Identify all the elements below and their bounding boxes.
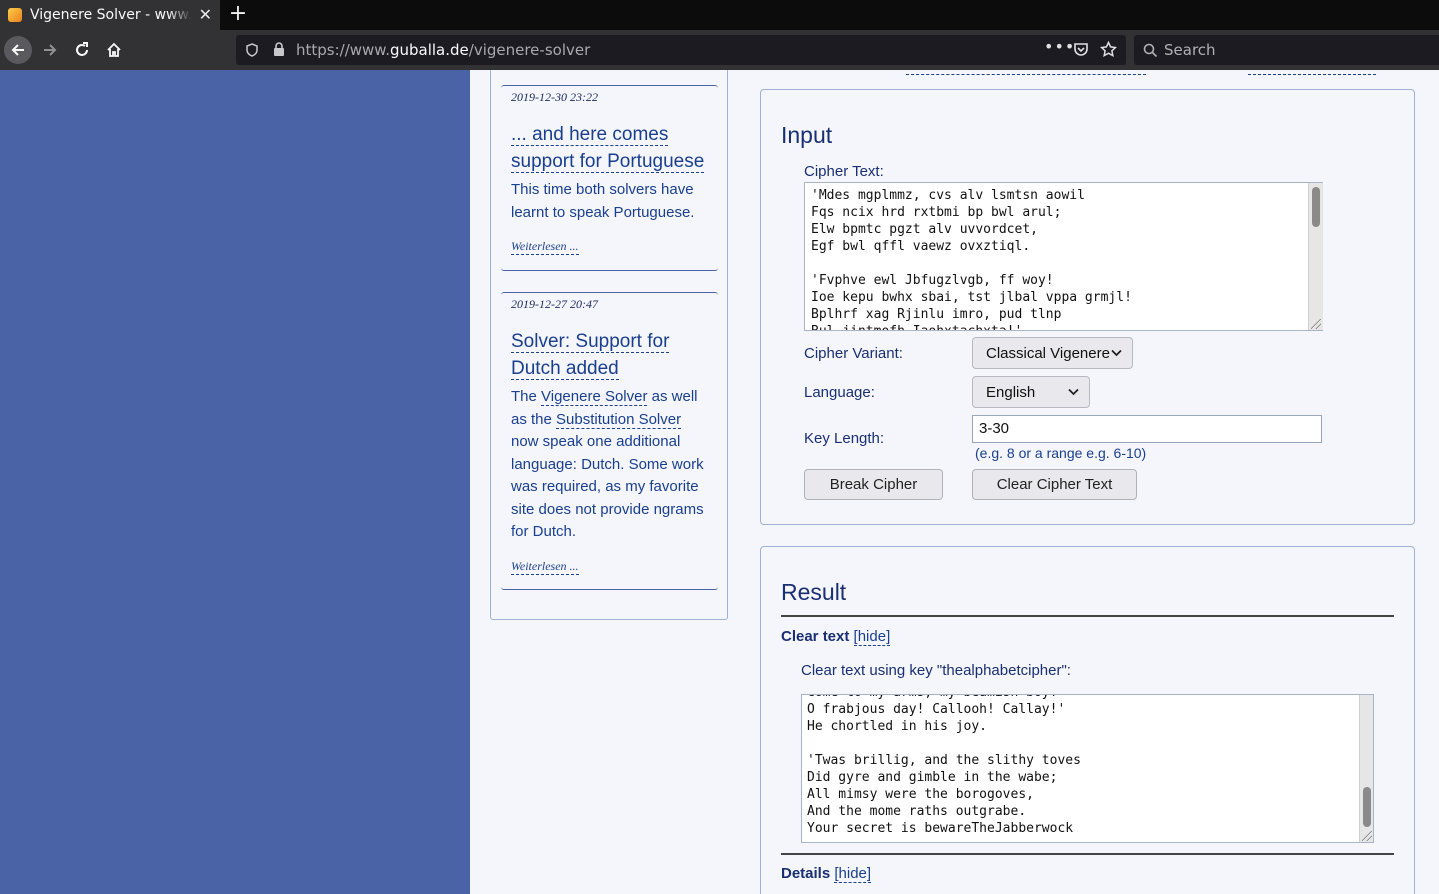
clear-cipher-text-button[interactable]: Clear Cipher Text	[972, 469, 1137, 500]
key-length-input[interactable]: 3-30	[972, 415, 1322, 443]
news-title-link[interactable]: Solver: Support for Dutch added	[511, 328, 670, 382]
lock-icon[interactable]	[272, 42, 286, 57]
new-tab-button[interactable]: +	[228, 2, 248, 26]
tab-title: Vigenere Solver - www.guballa.de	[30, 7, 192, 23]
scrollbar-thumb[interactable]	[1363, 787, 1371, 827]
search-bar[interactable]: Search	[1134, 35, 1439, 65]
details-divider	[781, 853, 1394, 855]
close-tab-icon[interactable]: ✕	[199, 6, 212, 24]
top-nav-link-fragment[interactable]	[906, 74, 1146, 75]
resize-grip-icon[interactable]	[1362, 831, 1372, 841]
top-nav-link-fragment[interactable]	[1248, 74, 1376, 75]
result-panel: Result Clear text [hide] Clear text usin…	[760, 546, 1415, 894]
cipher-variant-select[interactable]: Classical Vigenere	[972, 337, 1133, 369]
arrow-left-icon	[11, 44, 24, 56]
hide-clear-text-link[interactable]: [hide]	[853, 628, 891, 646]
resize-grip-icon[interactable]	[1311, 319, 1321, 329]
clear-text-output-wrap: Come to my arms, my beamish boy! O frabj…	[801, 694, 1374, 843]
chevron-down-icon	[1068, 388, 1079, 396]
cipher-variant-label: Cipher Variant:	[804, 345, 903, 362]
home-icon	[107, 42, 121, 57]
bookmark-star-icon[interactable]	[1100, 41, 1117, 58]
news-title-link[interactable]: ... and here comes support for Portuguese	[511, 121, 705, 175]
reload-button[interactable]	[70, 38, 94, 62]
input-heading: Input	[781, 122, 833, 148]
input-panel: Input Cipher Text: 'Mdes mgplmmz, cvs al…	[760, 89, 1415, 525]
key-length-hint: (e.g. 8 or a range e.g. 6-10)	[975, 445, 1147, 461]
news-item: 2019-12-30 23:22 ... and here comes suppo…	[501, 85, 718, 271]
url-text[interactable]: https://www.guballa.de/vigenere-solver	[296, 41, 590, 59]
search-placeholder: Search	[1164, 41, 1216, 59]
reload-icon	[76, 42, 88, 56]
key-length-label: Key Length:	[804, 430, 885, 447]
back-button[interactable]	[4, 36, 32, 64]
pocket-icon[interactable]	[1073, 42, 1089, 57]
language-label: Language:	[804, 384, 875, 401]
browser-tab[interactable]: Vigenere Solver - www.guballa.de ✕	[0, 0, 220, 30]
cipher-text-input[interactable]: 'Mdes mgplmmz, cvs alv lsmtsn aowil Fqs …	[804, 182, 1323, 331]
clear-text-header: Clear text [hide]	[781, 628, 891, 646]
clear-text-output[interactable]: Come to my arms, my beamish boy! O frabj…	[802, 695, 1373, 842]
arrow-right-icon	[44, 44, 57, 56]
key-info: Clear text using key "thealphabetcipher"…	[801, 662, 1071, 679]
details-label: Details	[781, 865, 831, 882]
news-body: This time both solvers have learnt to sp…	[511, 181, 695, 221]
scrollbar-thumb[interactable]	[1312, 187, 1320, 227]
search-icon	[1143, 43, 1158, 58]
url-bar[interactable]: https://www.guballa.de/vigenere-solver •…	[236, 35, 1126, 65]
details-header: Details [hide]	[781, 865, 872, 883]
news-item: 2019-12-27 20:47 Solver: Support for Dutc…	[501, 292, 718, 590]
language-select[interactable]: English	[972, 376, 1090, 408]
content-area: 2019-12-30 23:22 ... and here comes suppo…	[470, 70, 1439, 894]
clear-text-scrollbar[interactable]	[1359, 695, 1373, 842]
home-button[interactable]	[102, 38, 126, 62]
hide-details-link[interactable]: [hide]	[834, 865, 872, 883]
chevron-down-icon	[1111, 349, 1122, 357]
web-page: 2019-12-30 23:22 ... and here comes suppo…	[0, 70, 1439, 894]
navigation-bar: https://www.guballa.de/vigenere-solver •…	[0, 30, 1439, 70]
news-date: 2019-12-27 20:47	[511, 297, 598, 311]
result-heading: Result	[781, 579, 847, 605]
tab-bar: Vigenere Solver - www.guballa.de ✕ +	[0, 0, 1439, 30]
page-actions-icon[interactable]: •••	[1044, 37, 1075, 56]
favicon-icon	[8, 8, 22, 22]
break-cipher-button[interactable]: Break Cipher	[804, 469, 943, 500]
clear-text-label: Clear text	[781, 628, 850, 645]
result-divider	[781, 615, 1394, 617]
news-body: The Vigenere Solver as well as the Subst…	[511, 388, 704, 540]
read-more-link[interactable]: Weiterlesen ...	[511, 239, 579, 255]
shield-icon[interactable]	[245, 43, 259, 57]
news-date: 2019-12-30 23:22	[511, 90, 598, 104]
cipher-text-scrollbar[interactable]	[1308, 183, 1323, 330]
substitution-solver-link[interactable]: Substitution Solver	[556, 410, 682, 429]
cipher-text-label: Cipher Text:	[804, 163, 884, 180]
vigenere-solver-link[interactable]: Vigenere Solver	[541, 388, 648, 406]
news-sidebar: 2019-12-30 23:22 ... and here comes suppo…	[490, 70, 728, 620]
forward-button[interactable]	[38, 38, 62, 62]
read-more-link[interactable]: Weiterlesen ...	[511, 559, 579, 575]
